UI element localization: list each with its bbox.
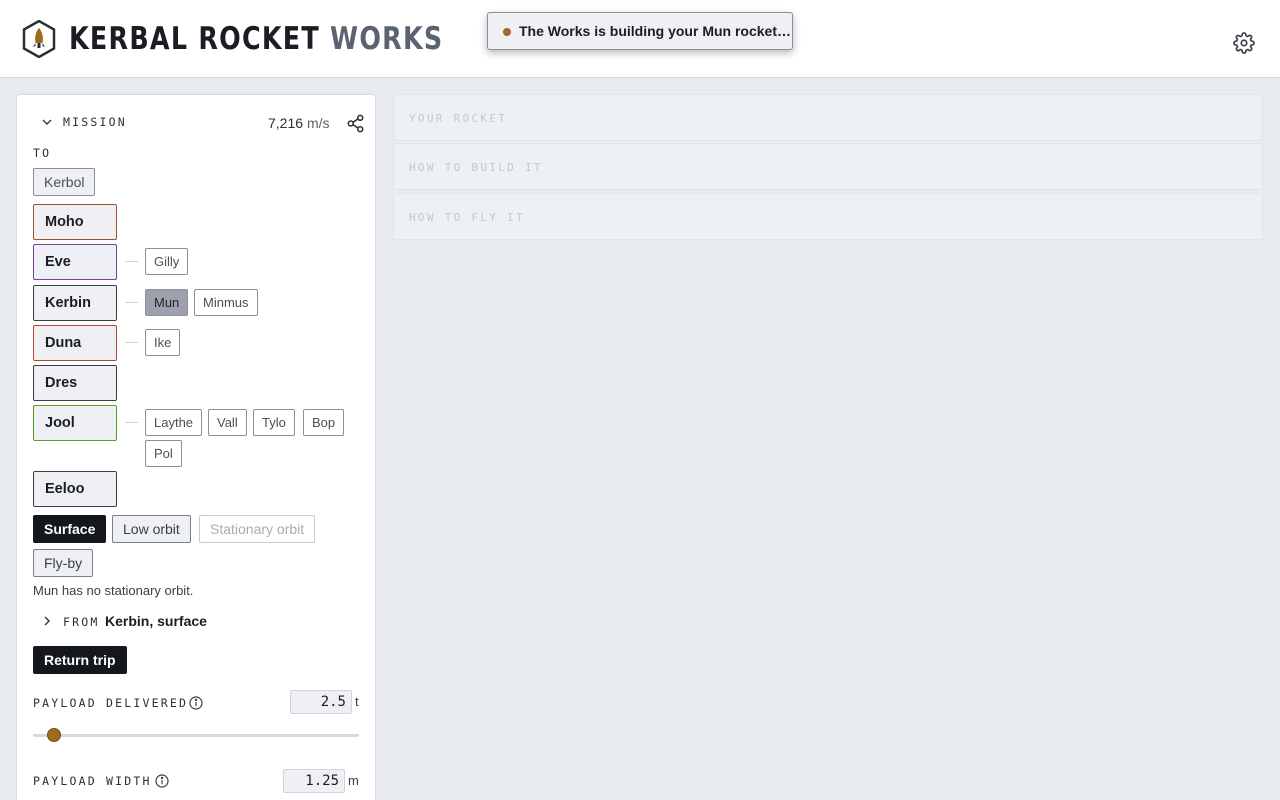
eve-moon-connector [125, 261, 138, 262]
payload-width-label: PAYLOAD WIDTH [33, 774, 152, 788]
orbit-option-stationary-orbit: Stationary orbit [199, 515, 316, 543]
from-value[interactable]: Kerbin, surface [105, 613, 207, 629]
orbit-note: Mun has no stationary orbit. [33, 583, 194, 598]
brand-title: KERBAL ROCKET WORKS [69, 19, 443, 59]
payload-delivered-unit: t [355, 694, 359, 709]
body-button-kerbol[interactable]: Kerbol [33, 168, 96, 196]
moon-button-gilly[interactable]: Gilly [145, 248, 189, 275]
mission-label: MISSION [63, 115, 127, 129]
mission-panel: MISSION 7,216 m/s TO Kerbol Moho Eve Ker… [16, 94, 376, 800]
delta-v-value: 7,216 [268, 115, 304, 131]
build-status-toast: The Works is building your Mun rocket… [487, 12, 793, 50]
from-label: FROM [63, 615, 100, 629]
moon-button-mun[interactable]: Mun [145, 289, 189, 316]
planet-button-kerbin[interactable]: Kerbin [33, 285, 117, 321]
payload-delivered-slider[interactable] [33, 728, 359, 742]
status-dot-icon [503, 28, 511, 36]
orbit-option-surface[interactable]: Surface [33, 515, 107, 543]
chevron-down-icon[interactable] [41, 116, 53, 128]
planet-button-dres[interactable]: Dres [33, 365, 117, 401]
payload-delivered-input[interactable]: 2.5 [290, 690, 352, 714]
payload-delivered-label: PAYLOAD DELIVERED [33, 696, 189, 710]
section-how-to-fly-it[interactable]: HOW TO FLY IT [393, 193, 1263, 240]
to-label: TO [33, 146, 52, 160]
jool-moon-connector [125, 422, 138, 423]
duna-moon-connector [125, 342, 138, 343]
planet-button-duna[interactable]: Duna [33, 325, 117, 361]
moon-button-bop[interactable]: Bop [303, 409, 345, 436]
moon-button-minmus[interactable]: Minmus [194, 289, 258, 316]
orbit-option-low-orbit[interactable]: Low orbit [112, 515, 191, 543]
payload-width-input[interactable]: 1.25 [283, 769, 345, 793]
planet-button-eve[interactable]: Eve [33, 244, 117, 280]
moon-button-tylo[interactable]: Tylo [253, 409, 295, 436]
slider-thumb[interactable] [47, 728, 62, 742]
kerbin-moon-connector [125, 302, 138, 303]
planet-button-jool[interactable]: Jool [33, 405, 117, 441]
moon-button-ike[interactable]: Ike [145, 329, 181, 356]
info-icon[interactable] [189, 696, 203, 710]
section-title: HOW TO BUILD IT [409, 161, 543, 174]
moon-button-vall[interactable]: Vall [208, 409, 247, 436]
section-title: HOW TO FLY IT [409, 211, 525, 224]
info-icon[interactable] [155, 774, 169, 788]
delta-v-readout: 7,216 m/s [268, 115, 330, 131]
orbit-option-fly-by[interactable]: Fly-by [33, 549, 94, 577]
brand-main: KERBAL ROCKET [69, 21, 320, 57]
moon-button-pol[interactable]: Pol [145, 440, 182, 467]
delta-v-unit: m/s [306, 115, 330, 131]
settings-gear-icon[interactable] [1233, 32, 1255, 54]
moon-button-laythe[interactable]: Laythe [145, 409, 203, 436]
brand-accent: WORKS [330, 21, 444, 57]
rocket-logo-icon [22, 20, 56, 58]
planet-button-moho[interactable]: Moho [33, 204, 117, 240]
section-your-rocket[interactable]: YOUR ROCKET [393, 94, 1263, 141]
return-trip-toggle[interactable]: Return trip [33, 646, 127, 674]
share-icon[interactable] [346, 114, 365, 133]
section-title: YOUR ROCKET [409, 112, 508, 125]
section-how-to-build-it[interactable]: HOW TO BUILD IT [393, 143, 1263, 190]
planet-button-eeloo[interactable]: Eeloo [33, 471, 117, 507]
toast-message: The Works is building your Mun rocket… [519, 23, 791, 39]
payload-width-unit: m [348, 773, 359, 788]
chevron-right-icon[interactable] [41, 615, 53, 627]
